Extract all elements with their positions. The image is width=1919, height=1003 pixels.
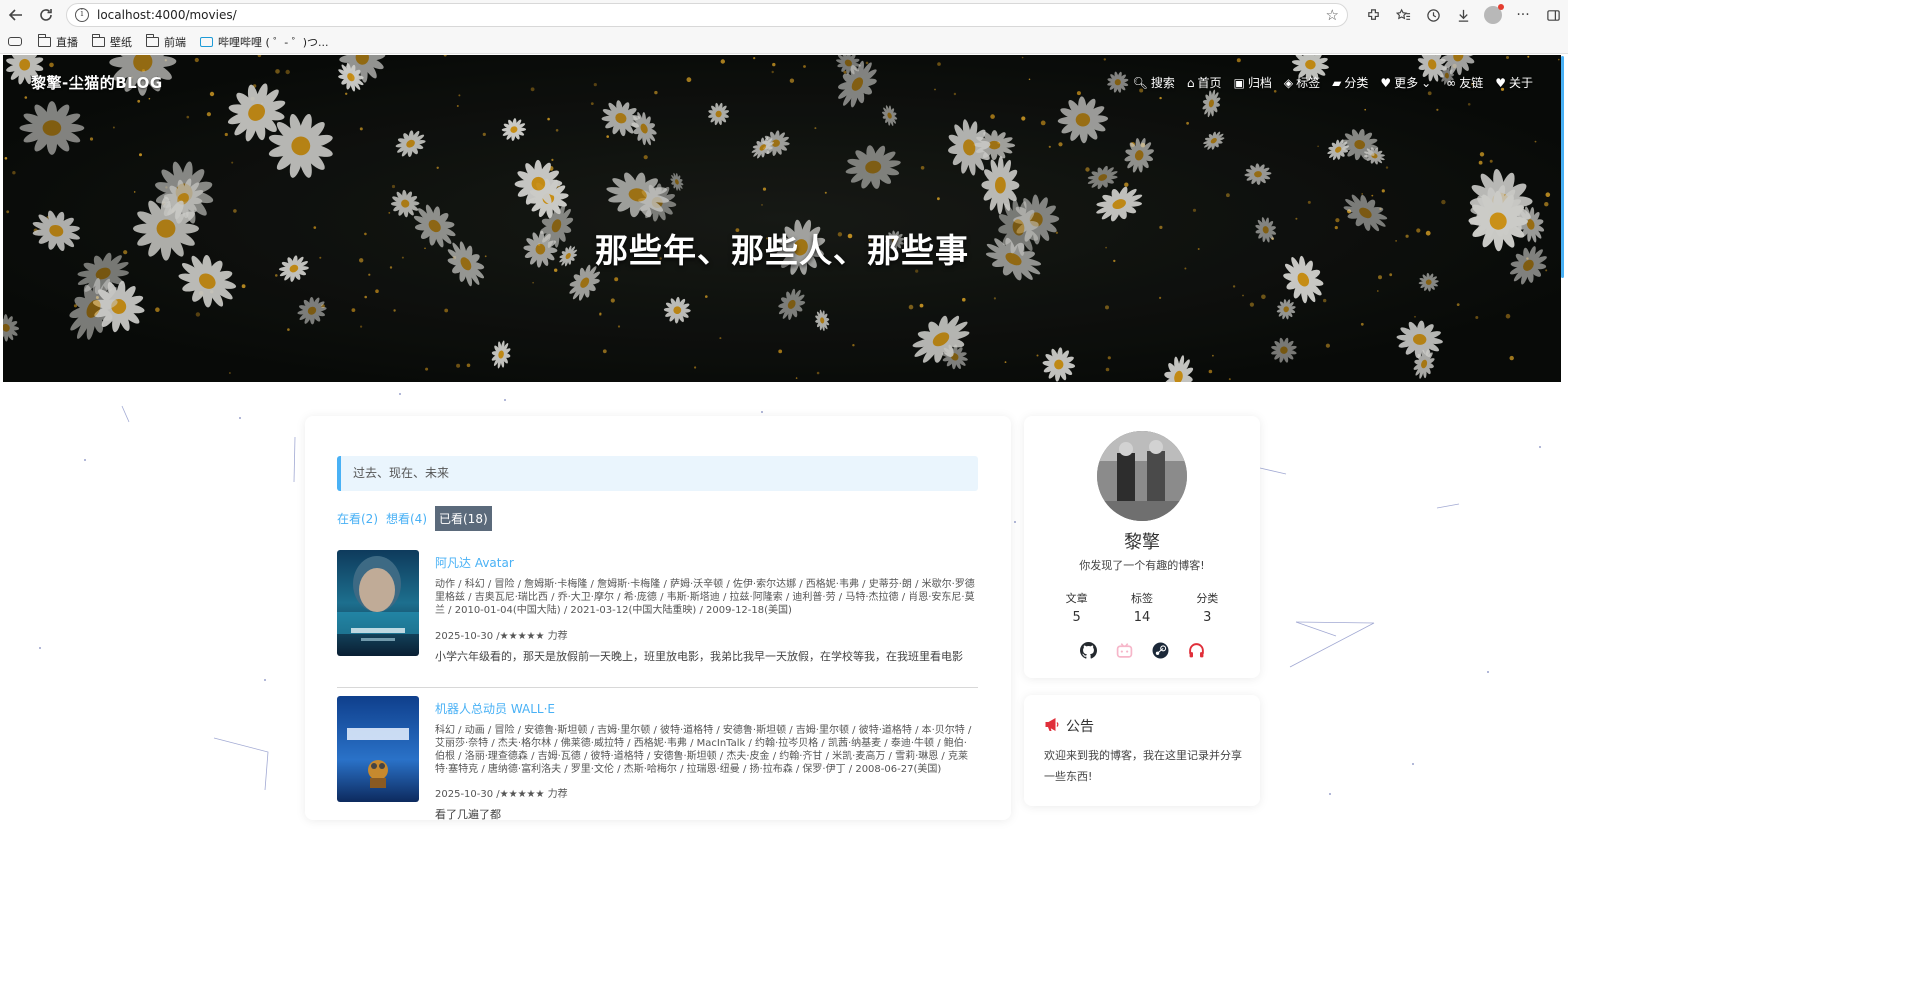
stat-value: 14 [1133, 610, 1151, 625]
notice-bar: 过去、现在、未来 [337, 456, 978, 491]
menu-home[interactable]: ⌂ 首页 [1187, 74, 1222, 91]
announcement-card: 公告 欢迎来到我的博客，我在这里记录并分享一些东西! [1024, 695, 1260, 806]
menu-categories[interactable]: ▰ 分类 [1332, 74, 1368, 91]
bookmarks-bar: 直播 壁纸 前端 哔哩哔哩 ( ゜- ゜)つ... [0, 30, 1568, 54]
heartbeat-icon: ♥ [1380, 75, 1392, 90]
folder-icon [146, 33, 159, 47]
stat-categories[interactable]: 分类 3 [1175, 590, 1240, 625]
reload-icon[interactable] [34, 3, 58, 27]
bookmark-star-icon[interactable]: ☆ [1326, 6, 1339, 24]
archive-icon: ▣ [1233, 75, 1245, 90]
site-brand[interactable]: 黎擎-尘猫的BLOG [31, 72, 163, 93]
bilibili-tv-icon [200, 36, 213, 47]
menu-more[interactable]: ♥ 更多 ⌄ [1380, 74, 1434, 91]
tags-icon: ◈ [1283, 75, 1294, 90]
site-stats: 文章 5 标签 14 分类 3 [1044, 590, 1240, 625]
history-icon[interactable] [1418, 3, 1448, 27]
bookmark-label: 直播 [56, 35, 78, 49]
movie-meta: 动作 / 科幻 / 冒险 / 詹姆斯·卡梅隆 / 詹姆斯·卡梅隆 / 萨姆·沃辛… [435, 579, 975, 616]
main-menu: 🔍︎ 搜索 ⌂ 首页 ▣ 归档 ◈ 标签 ▰ 分类 ♥ 更多 ⌄ ∞ 友链 ♥ 关于 [1121, 74, 1533, 91]
movie-title-link[interactable]: 阿凡达 Avatar [435, 554, 514, 571]
stat-tags[interactable]: 标签 14 [1109, 590, 1174, 625]
address-bar[interactable]: i localhost:4000/movies/ ☆ [66, 3, 1348, 27]
heart-icon: ♥ [1495, 75, 1506, 90]
folder-open-icon: ▰ [1332, 75, 1342, 90]
stat-value: 5 [1072, 610, 1081, 625]
apps-icon[interactable] [8, 37, 22, 46]
home-icon: ⌂ [1186, 75, 1195, 90]
author-avatar[interactable] [1097, 431, 1187, 521]
announcement-text: 欢迎来到我的博客，我在这里记录并分享一些东西! [1044, 749, 1242, 783]
movie-date-rating: 2025-10-30 /★★★★★ 力荐 [435, 789, 568, 800]
movie-tabs: 在看(2) 想看(4) 已看(18) [337, 506, 500, 531]
sidebar-toggle-icon[interactable] [1538, 3, 1568, 27]
hero-banner: 黎擎-尘猫的BLOG 🔍︎ 搜索 ⌂ 首页 ▣ 归档 ◈ 标签 ▰ 分类 ♥ 更多 ⌄ ∞ 友链… [3, 55, 1561, 382]
author-description: 你发现了一个有趣的博客! [1079, 559, 1205, 572]
announcement-heading: 公告 [1044, 716, 1094, 736]
movie-item: 机器人总动员 WALL·E 科幻 / 动画 / 冒险 / 安德鲁·斯坦顿 / 吉… [337, 696, 978, 820]
movie-item: 阿凡达 Avatar 动作 / 科幻 / 冒险 / 詹姆斯·卡梅隆 / 詹姆斯·… [337, 550, 978, 688]
movie-comment: 小学六年级看的，那天是放假前一天晚上，班里放电影，我弟比我早一天放假，在学校等我… [435, 650, 963, 663]
site-info-icon[interactable]: i [75, 8, 89, 22]
tab-watched[interactable]: 已看(18) [435, 506, 492, 531]
profile-avatar[interactable] [1478, 3, 1508, 27]
back-icon[interactable] [4, 3, 28, 27]
bookmark-link[interactable]: 哔哩哔哩 ( ゜- ゜)つ... [200, 34, 329, 50]
bookmark-folder[interactable]: 直播 [38, 33, 78, 50]
stat-label: 文章 [1065, 592, 1088, 605]
movie-date-rating: 2025-10-30 /★★★★★ 力荐 [435, 631, 568, 642]
wall-e-poster-image[interactable] [337, 696, 419, 802]
menu-search[interactable]: 🔍︎ 搜索 [1133, 74, 1175, 91]
tab-watching[interactable]: 在看(2) [337, 510, 378, 527]
chevron-down-icon: ⌄ [1421, 75, 1432, 90]
movies-card: 过去、现在、未来 在看(2) 想看(4) 已看(18) 阿凡达 Avatar 动… [305, 416, 1011, 820]
menu-archive[interactable]: ▣ 归档 [1234, 74, 1272, 91]
folder-icon [92, 33, 105, 47]
address-url[interactable]: localhost:4000/movies/ [97, 8, 237, 22]
menu-about[interactable]: ♥ 关于 [1495, 74, 1533, 91]
menu-tags[interactable]: ◈ 标签 [1284, 74, 1320, 91]
social-links [1024, 641, 1260, 659]
search-icon: 🔍︎ [1132, 75, 1148, 90]
stat-label: 分类 [1196, 592, 1219, 605]
folder-icon [38, 33, 51, 47]
megaphone-icon [1044, 717, 1060, 736]
page-scrollbar[interactable] [1561, 56, 1564, 278]
bookmark-label: 哔哩哔哩 ( ゜- ゜)つ... [218, 35, 329, 49]
download-icon[interactable] [1448, 3, 1478, 27]
author-card: 黎擎 你发现了一个有趣的博客! 文章 5 标签 14 分类 3 [1024, 416, 1260, 678]
stat-label: 标签 [1130, 592, 1153, 605]
bookmark-folder[interactable]: 前端 [146, 33, 186, 50]
announcement-title: 公告 [1066, 719, 1094, 735]
bookmark-folder[interactable]: 壁纸 [92, 33, 132, 50]
bookmark-label: 前端 [164, 35, 186, 49]
tab-want-to-watch[interactable]: 想看(4) [386, 510, 427, 527]
movie-meta: 科幻 / 动画 / 冒险 / 安德鲁·斯坦顿 / 吉姆·里尔顿 / 彼特·道格特… [435, 725, 972, 775]
link-icon: ∞ [1446, 75, 1457, 90]
movie-title-link[interactable]: 机器人总动员 WALL·E [435, 700, 555, 717]
avatar-poster-image[interactable] [337, 550, 419, 656]
bilibili-icon[interactable] [1115, 641, 1133, 659]
bookmark-label: 壁纸 [110, 35, 132, 49]
menu-friends[interactable]: ∞ 友链 [1446, 74, 1483, 91]
favorites-icon[interactable] [1388, 3, 1418, 27]
extensions-icon[interactable] [1358, 3, 1388, 27]
more-menu-icon[interactable]: ··· [1508, 3, 1538, 27]
movie-comment: 看了几遍了都 [435, 808, 501, 820]
steam-icon[interactable] [1151, 641, 1169, 659]
author-name: 黎擎 [1124, 532, 1160, 553]
headphones-icon[interactable] [1187, 641, 1205, 659]
stat-articles[interactable]: 文章 5 [1044, 590, 1109, 625]
github-icon[interactable] [1079, 641, 1097, 659]
stat-value: 3 [1203, 610, 1212, 625]
browser-toolbar: i localhost:4000/movies/ ☆ ··· [0, 0, 1568, 30]
page-title: 那些年、那些人、那些事 [595, 231, 969, 270]
